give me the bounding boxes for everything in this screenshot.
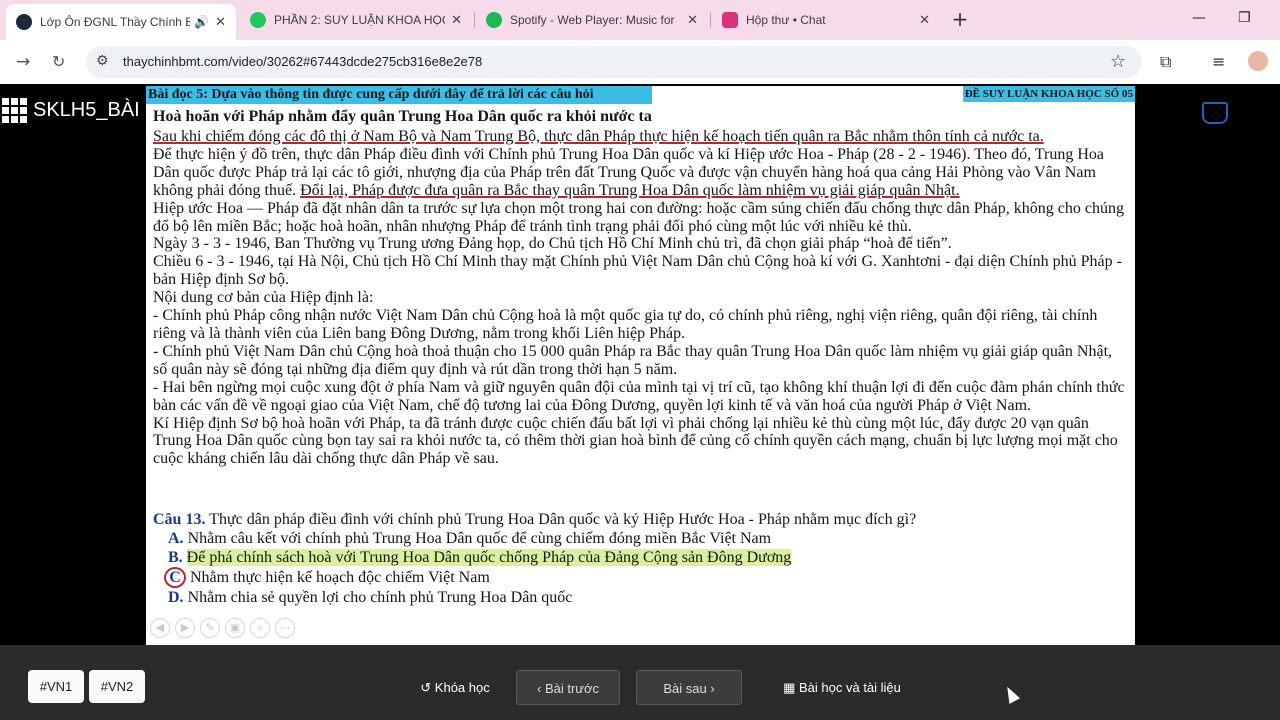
site-favicon-icon	[16, 14, 32, 30]
zoom-icon[interactable]: ⌕	[250, 618, 270, 638]
next-slide-icon[interactable]: ▶	[175, 618, 195, 638]
paragraph: Sau khi chiếm đóng các đô thị ở Nam Bộ v…	[153, 128, 1044, 145]
play-favicon-icon	[250, 12, 266, 28]
extensions-icon[interactable]: ⧉	[1160, 52, 1171, 72]
materials-button-label: Bài học và tài liệu	[799, 680, 901, 695]
paragraph: Hiệp ước Hoa — Pháp đã đặt nhân dân ta t…	[153, 199, 1124, 235]
lesson-nav-bar: #VN1 #VN2 ↺ Khóa học ‹ Bài trước Bài sau…	[0, 645, 1280, 720]
address-bar[interactable]: ⚙ thaychinhbmt.com/video/30262#67443dcde…	[86, 46, 1142, 78]
course-title-text: SKLH5_BÀI	[33, 99, 140, 121]
close-tab-icon[interactable]: ✕	[451, 12, 462, 28]
tab-phan-2[interactable]: PHẦN 2: SUY LUẬN KHOA HỌC ✕	[240, 4, 472, 36]
tab-title: PHẦN 2: SUY LUẬN KHOA HỌC	[274, 13, 446, 27]
option-text: Để phá chính sách hoà với Trung Hoa Dân …	[186, 549, 792, 566]
tab-instagram[interactable]: Hộp thư • Chat ✕	[712, 4, 940, 36]
pages-icon[interactable]: ▣	[225, 618, 245, 638]
paragraph: Kí Hiệp định Sơ bộ hoà hoãn với Pháp, ta…	[153, 414, 1118, 468]
more-icon[interactable]: ⋯	[275, 618, 295, 638]
new-tab-button[interactable]: +	[950, 8, 970, 32]
exam-code: ĐỀ SUY LUẬN KHOA HỌC SỐ 05	[962, 86, 1135, 102]
course-button[interactable]: ↺ Khóa học	[410, 670, 500, 705]
restore-icon[interactable]: ❐	[1238, 10, 1251, 26]
url-text[interactable]: thaychinhbmt.com/video/30262#67443dcde27…	[123, 54, 482, 69]
paragraph: - Hai bên ngừng mọi cuộc xung đột ở phía…	[153, 378, 1125, 414]
slide-header: Bài đọc 5: Dựa vào thông tin được cung c…	[146, 86, 652, 104]
spotify-icon	[486, 12, 502, 28]
question-block: Câu 13. Thực dân pháp điều đình với chín…	[153, 510, 1129, 607]
tab-title: Lớp Ôn ĐGNL Thầy Chính B	[40, 15, 191, 29]
paragraph: Để thực hiện ý đồ trên, thực dân Pháp đi…	[153, 146, 1129, 200]
tag-vn1[interactable]: #VN1	[28, 670, 84, 703]
option-c: C Nhằm thực hiện kế hoạch độc chiếm Việt…	[153, 567, 1129, 588]
back-icon[interactable]: →	[16, 52, 30, 72]
tab-strip: Lớp Ôn ĐGNL Thầy Chính B 🔊 ✕ PHẦN 2: SUY…	[0, 0, 1280, 40]
video-player: SKLH5_BÀI Bài đọc 5: Dựa vào thông tin đ…	[0, 84, 1280, 645]
chevron-left-icon: ‹	[536, 681, 542, 696]
browser-toolbar: → ↻ ⚙ thaychinhbmt.com/video/30262#67443…	[0, 40, 1280, 84]
option-text: Nhằm câu kết với chính phủ Trung Hoa Dân…	[187, 530, 772, 547]
passage-body: Sau khi chiếm đóng các đô thị ở Nam Bộ v…	[153, 128, 1129, 468]
tab-divider	[710, 12, 711, 28]
reload-icon[interactable]: ↻	[52, 52, 65, 71]
close-tab-icon[interactable]: ✕	[215, 14, 226, 30]
tag-vn2[interactable]: #VN2	[89, 670, 145, 703]
tab-divider	[474, 12, 475, 28]
question: Câu 13. Thực dân pháp điều đình với chín…	[153, 510, 1129, 529]
close-tab-icon[interactable]: ✕	[919, 12, 930, 28]
prev-lesson-button[interactable]: ‹ Bài trước	[516, 670, 620, 705]
minimize-icon[interactable]: —	[1192, 10, 1206, 26]
pen-icon[interactable]: ✎	[200, 618, 220, 638]
tab-spotify[interactable]: Spotify - Web Player: Music for ✕	[476, 4, 708, 36]
option-b: B. Để phá chính sách hoà với Trung Hoa D…	[153, 548, 1129, 567]
paragraph: - Chính phủ Pháp công nhận nước Việt Nam…	[153, 307, 1098, 342]
tab-title: Spotify - Web Player: Music for	[510, 13, 675, 27]
speaker-icon[interactable]: 🔊	[194, 15, 209, 29]
undo-icon: ↺	[420, 680, 432, 695]
slide-controls: ◀ ▶ ✎ ▣ ⌕ ⋯	[150, 618, 295, 638]
option-letter: B.	[168, 549, 183, 566]
profile-avatar[interactable]	[1248, 51, 1268, 71]
brand-logo	[1198, 100, 1280, 130]
option-text: Nhằm chia sẻ quyền lợi cho chính phủ Tru…	[187, 589, 573, 606]
underlined-text: Đổi lại, Pháp được đưa quân ra Bắc thay …	[300, 181, 960, 199]
option-letter: A.	[168, 530, 184, 547]
bookmark-star-icon[interactable]: ☆	[1110, 51, 1126, 72]
option-letter: D.	[168, 589, 184, 606]
paragraph: - Chính phủ Việt Nam Dân chủ Cộng hoà th…	[153, 342, 1113, 378]
paragraph: Chiều 6 - 3 - 1946, tại Hà Nội, Chủ tịch…	[153, 253, 1122, 289]
materials-button[interactable]: ▦ Bài học và tài liệu	[776, 670, 908, 705]
instagram-icon	[722, 12, 738, 28]
grid-icon: ▦	[783, 680, 796, 695]
passage-title: Hoà hoãn với Pháp nhằm đẩy quân Trung Ho…	[153, 108, 652, 125]
grid-menu-icon[interactable]	[2, 98, 27, 123]
prev-slide-icon[interactable]: ◀	[150, 618, 170, 638]
lesson-slide: Bài đọc 5: Dựa vào thông tin được cung c…	[146, 86, 1135, 645]
close-tab-icon[interactable]: ✕	[687, 12, 698, 28]
course-button-label: Khóa học	[434, 680, 490, 695]
book-logo-icon	[1202, 102, 1228, 124]
question-label: Câu 13.	[153, 511, 206, 528]
next-lesson-label: Bài sau	[663, 681, 707, 696]
paragraph: Nội dung cơ bản của Hiệp định là:	[153, 289, 374, 307]
question-text: Thực dân pháp điều đình với chính phủ Tr…	[209, 511, 917, 528]
course-title: SKLH5_BÀI	[0, 98, 140, 123]
prev-lesson-label: Bài trước	[544, 681, 600, 696]
chevron-right-icon: ›	[710, 681, 715, 696]
media-control-icon[interactable]: ≡	[1212, 52, 1225, 71]
selected-answer-circle: C	[164, 567, 186, 588]
tab-lop-on[interactable]: Lớp Ôn ĐGNL Thầy Chính B 🔊 ✕	[6, 4, 236, 40]
option-a: A. Nhằm câu kết với chính phủ Trung Hoa …	[153, 529, 1129, 548]
option-text: Nhằm thực hiện kế hoạch độc chiếm Việt N…	[190, 569, 490, 586]
next-lesson-button[interactable]: Bài sau ›	[636, 670, 742, 705]
paragraph: Ngày 3 - 3 - 1946, Ban Thường vụ Trung ư…	[153, 235, 952, 253]
option-d: D. Nhằm chia sẻ quyền lợi cho chính phủ …	[153, 588, 1129, 607]
site-settings-icon[interactable]: ⚙	[96, 53, 109, 69]
tab-title: Hộp thư • Chat	[746, 13, 826, 27]
